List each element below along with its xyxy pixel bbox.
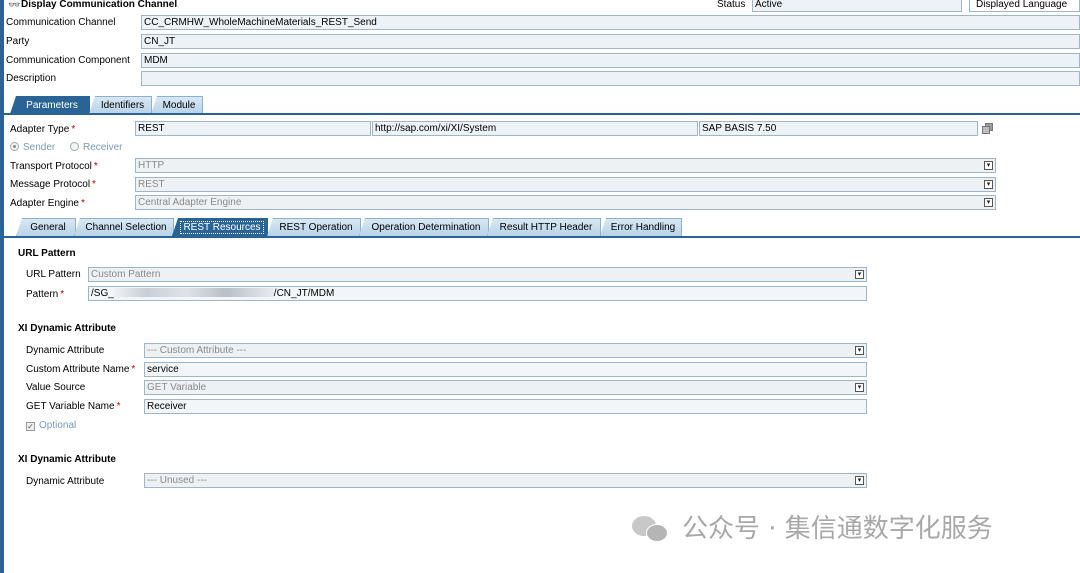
url-pattern-select[interactable]: Custom Pattern ▾ xyxy=(88,267,867,282)
sender-radio[interactable]: Sender xyxy=(10,142,55,154)
tab-operation-determination[interactable]: Operation Determination xyxy=(359,218,489,236)
channel-field: CC_CRMHW_WholeMachineMaterials_REST_Send xyxy=(141,15,1080,30)
receiver-radio-icon xyxy=(70,142,79,151)
get-var-name-field[interactable]: Receiver xyxy=(144,399,867,414)
adapter-namespace-field: http://sap.com/xi/XI/System xyxy=(372,121,698,136)
tab-module[interactable]: Module xyxy=(151,96,203,114)
tab-result-http-header[interactable]: Result HTTP Header xyxy=(487,218,601,236)
tab-identifiers-label: Identifiers xyxy=(100,100,145,111)
description-field[interactable] xyxy=(141,71,1080,86)
status-field: Active xyxy=(752,0,962,12)
optional-checkbox[interactable]: ✓ Optional xyxy=(26,420,76,432)
dropdown-icon: ▾ xyxy=(855,476,864,485)
displayed-language-label: Displayed Language xyxy=(976,0,1068,10)
dropdown-icon: ▾ xyxy=(855,270,864,279)
dropdown-icon: ▾ xyxy=(984,180,993,189)
tab-parameters[interactable]: Parameters xyxy=(10,96,90,114)
message-label: Message Protocol * xyxy=(10,179,96,190)
left-border xyxy=(0,0,4,573)
custom-attr-name-label: Custom Attribute Name * xyxy=(26,364,136,375)
message-select[interactable]: REST ▾ xyxy=(135,177,996,192)
sender-radio-icon xyxy=(10,142,19,151)
transport-label: Transport Protocol * xyxy=(10,161,98,172)
dropdown-icon: ▾ xyxy=(984,161,993,170)
pattern-label: Pattern * xyxy=(26,289,65,300)
copy-icon[interactable] xyxy=(982,123,993,134)
pattern-value-start: /SG_ xyxy=(91,288,114,299)
receiver-label: Receiver xyxy=(83,142,123,153)
receiver-radio[interactable]: Receiver xyxy=(70,142,122,154)
adapter-type-field: REST xyxy=(135,121,371,136)
transport-select[interactable]: HTTP ▾ xyxy=(135,158,996,173)
optional-label: Optional xyxy=(39,420,77,431)
dyn-attr-section-title-1: XI Dynamic Attribute xyxy=(18,323,116,334)
adapter-type-label: Adapter Type * xyxy=(10,124,76,135)
tab-error-handling[interactable]: Error Handling xyxy=(600,218,682,236)
url-pattern-section-title: URL Pattern xyxy=(18,248,76,259)
engine-label: Adapter Engine * xyxy=(10,198,85,209)
tab-general[interactable]: General xyxy=(16,218,76,236)
adapter-release-field: SAP BASIS 7.50 xyxy=(699,121,978,136)
component-field: MDM xyxy=(141,53,1080,68)
top-tab-divider xyxy=(4,113,1080,115)
tab-rest-resources[interactable]: REST Resources xyxy=(172,218,268,236)
description-label: Description xyxy=(6,73,57,84)
wechat-icon xyxy=(630,514,670,544)
url-pattern-label: URL Pattern xyxy=(26,269,81,280)
page-title: Display Communication Channel xyxy=(21,0,178,10)
dyn-attr-select-2[interactable]: --- Unused --- ▾ xyxy=(144,473,867,488)
sub-tabbar: General Channel Selection REST Resources… xyxy=(4,218,1080,236)
party-label: Party xyxy=(6,36,30,47)
dyn-attr-select-1[interactable]: --- Custom Attribute --- ▾ xyxy=(144,343,867,358)
tab-parameters-label: Parameters xyxy=(26,100,78,111)
sub-tab-divider xyxy=(4,236,1080,238)
dyn-attr-section-title-2: XI Dynamic Attribute xyxy=(18,454,116,465)
engine-select[interactable]: Central Adapter Engine ▾ xyxy=(135,195,996,210)
pattern-field[interactable]: /SG_ /CN_JT/MDM xyxy=(88,286,867,301)
dropdown-icon: ▾ xyxy=(984,198,993,207)
component-label: Communication Component xyxy=(6,55,130,66)
tab-channel-selection[interactable]: Channel Selection xyxy=(74,218,174,236)
tab-identifiers[interactable]: Identifiers xyxy=(89,96,152,114)
top-tabbar: Parameters Identifiers Module xyxy=(4,96,1080,114)
party-field: CN_JT xyxy=(141,34,1080,49)
value-source-select[interactable]: GET Variable ▾ xyxy=(144,380,867,395)
channel-label: Communication Channel xyxy=(6,17,116,28)
value-source-label: Value Source xyxy=(26,382,86,393)
get-var-name-label: GET Variable Name * xyxy=(26,401,121,412)
custom-attr-name-field[interactable]: service xyxy=(144,362,867,377)
checkbox-icon: ✓ xyxy=(26,422,35,431)
dropdown-icon: ▾ xyxy=(855,383,864,392)
glasses-icon: 👓 xyxy=(8,0,21,11)
status-label: Status xyxy=(717,0,746,10)
dropdown-icon: ▾ xyxy=(855,346,864,355)
dyn-attr-label-2: Dynamic Attribute xyxy=(26,476,105,487)
tab-module-label: Module xyxy=(162,100,196,111)
tab-rest-operation[interactable]: REST Operation xyxy=(267,218,361,236)
watermark-text: 公众号 · 集信通数字化服务 xyxy=(682,514,993,544)
pattern-redacted xyxy=(113,288,274,297)
header-bar: 👓 Display Communication Channel Status A… xyxy=(4,0,1080,12)
dyn-attr-label-1: Dynamic Attribute xyxy=(26,345,105,356)
pattern-value-end: /CN_JT/MDM xyxy=(273,288,335,299)
sender-label: Sender xyxy=(23,142,56,153)
